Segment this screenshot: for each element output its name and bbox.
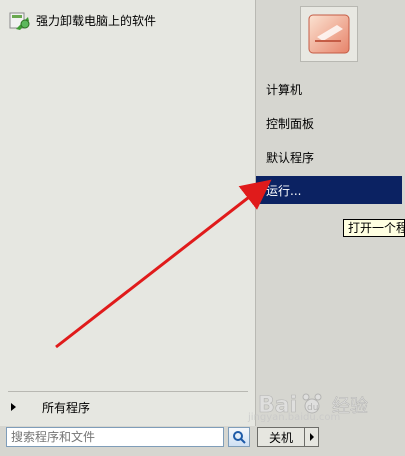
control-panel-link-label: 控制面板 xyxy=(266,116,315,131)
program-item-uninstaller[interactable]: 强力卸载电脑上的软件 xyxy=(8,8,248,32)
start-menu: 强力卸载电脑上的软件 所有程序 计算机 控制面板 默认程序 运行... 打开一个… xyxy=(0,0,405,456)
separator xyxy=(8,391,248,392)
triangle-right-icon xyxy=(11,403,16,411)
program-list-pane: 强力卸载电脑上的软件 所有程序 xyxy=(0,0,256,426)
program-item-label: 强力卸载电脑上的软件 xyxy=(36,13,157,28)
computer-link[interactable]: 计算机 xyxy=(256,75,402,103)
search-box xyxy=(6,427,250,449)
uninstall-app-icon xyxy=(8,9,30,31)
all-programs-label: 所有程序 xyxy=(42,400,91,415)
search-button[interactable] xyxy=(228,427,250,447)
default-programs-link[interactable]: 默认程序 xyxy=(256,143,402,171)
triangle-right-icon xyxy=(309,433,314,441)
run-link-label: 运行... xyxy=(266,183,302,198)
search-icon xyxy=(233,431,246,444)
computer-link-label: 计算机 xyxy=(266,82,303,97)
shutdown-button[interactable]: 关机 xyxy=(257,427,305,447)
tooltip: 打开一个程 xyxy=(343,219,405,237)
watermark-url: jingyan.baidu.com xyxy=(248,412,341,423)
shutdown-label: 关机 xyxy=(268,430,293,445)
control-panel-link[interactable]: 控制面板 xyxy=(256,109,402,137)
default-programs-link-label: 默认程序 xyxy=(266,150,315,165)
run-link[interactable]: 运行... xyxy=(256,176,402,204)
all-programs-button[interactable]: 所有程序 xyxy=(8,396,248,418)
shutdown-options-button[interactable] xyxy=(305,427,319,447)
search-input[interactable] xyxy=(6,427,224,447)
user-picture[interactable] xyxy=(300,6,358,62)
system-links-pane: 计算机 控制面板 默认程序 运行... xyxy=(256,0,405,426)
